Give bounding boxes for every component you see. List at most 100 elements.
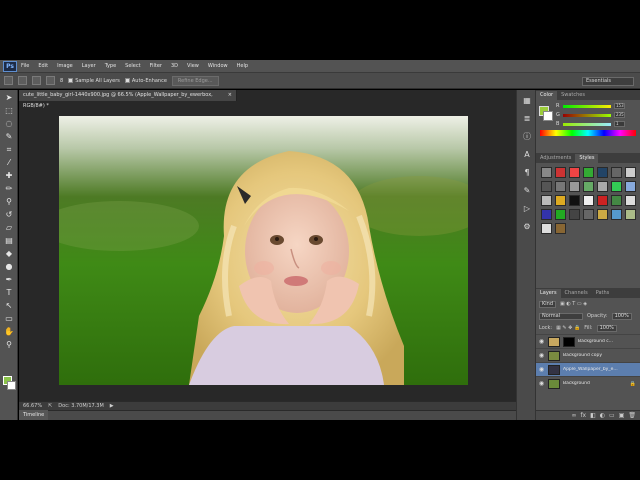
dodge-tool-icon[interactable]: ● [2,261,16,272]
sample-all-layers-checkbox[interactable]: Sample All Layers [68,77,120,84]
menu-help[interactable]: Help [237,63,248,69]
delete-layer-icon[interactable]: 🗑 [628,412,636,419]
add-to-selection-icon[interactable] [32,76,41,85]
tab-adjustments[interactable]: Adjustments [536,154,575,163]
layer-row[interactable]: ◉ Background c... [536,334,640,348]
document-tab[interactable]: cute_little_baby_girl-1440x900.jpg @ 66.… [19,90,237,109]
paragraph-icon[interactable]: ¶ [520,166,534,178]
marquee-tool-icon[interactable]: ⬚ [2,105,16,116]
style-swatch[interactable] [555,209,566,220]
style-swatch[interactable] [611,181,622,192]
slider-g-track[interactable] [563,113,611,117]
layer-name[interactable]: Apple_Wallpaper_by_e... [563,367,618,372]
style-swatch[interactable] [569,209,580,220]
style-swatch[interactable] [555,195,566,206]
layer-row[interactable]: ◉ Background 🔒 [536,376,640,390]
healing-brush-tool-icon[interactable]: ✚ [2,170,16,181]
layer-row[interactable]: ◉ Background copy [536,348,640,362]
style-swatch[interactable] [569,195,580,206]
add-mask-icon[interactable]: ◧ [590,412,596,419]
slider-b-value[interactable]: 1 [614,121,625,127]
workspace-select[interactable]: Essentials [582,77,634,86]
visibility-eye-icon[interactable]: ◉ [538,366,545,373]
style-swatch[interactable] [541,223,552,234]
style-swatch[interactable] [611,167,622,178]
menu-3d[interactable]: 3D [171,63,178,69]
link-layers-icon[interactable]: ∞ [571,412,576,419]
pen-tool-icon[interactable]: ✒ [2,274,16,285]
opacity-input[interactable]: 100% [611,312,632,320]
layer-name[interactable]: Background copy [563,353,602,358]
tab-swatches[interactable]: Swatches [557,91,589,100]
visibility-eye-icon[interactable]: ◉ [538,338,545,345]
info-icon[interactable]: ⓘ [520,130,534,142]
lock-icons[interactable]: ▦ ✎ ✥ 🔒 [556,325,580,331]
visibility-eye-icon[interactable]: ◉ [538,380,545,387]
menu-file[interactable]: File [21,63,29,69]
style-swatch[interactable] [555,181,566,192]
style-swatch[interactable] [555,167,566,178]
style-swatch[interactable] [625,195,636,206]
menu-type[interactable]: Type [105,63,116,69]
zoom-level[interactable]: 66.67% [23,403,42,409]
image-canvas[interactable] [59,116,468,385]
fill-input[interactable]: 100% [596,324,617,332]
tab-layers[interactable]: Layers [536,289,561,298]
style-swatch[interactable] [569,167,580,178]
layer-name[interactable]: Background c... [578,339,613,344]
menu-window[interactable]: Window [208,63,228,69]
style-swatch[interactable] [555,223,566,234]
export-icon[interactable]: ⇱ [48,403,52,409]
lasso-tool-icon[interactable]: ◌ [2,118,16,129]
style-swatch[interactable] [611,195,622,206]
fx-icon[interactable]: fx [580,412,586,419]
subtract-selection-icon[interactable] [46,76,55,85]
style-swatch[interactable] [625,209,636,220]
layer-name[interactable]: Background [563,381,590,386]
path-selection-tool-icon[interactable]: ↖ [2,300,16,311]
slider-r-track[interactable] [563,104,611,108]
new-selection-icon[interactable] [18,76,27,85]
slider-b-track[interactable] [563,122,611,126]
filter-icons[interactable]: ▣ ◐ T ▭ ◈ [560,301,587,307]
tab-color[interactable]: Color [536,91,558,100]
style-swatch[interactable] [583,195,594,206]
clone-stamp-tool-icon[interactable]: ⚲ [2,196,16,207]
new-layer-icon[interactable]: ▣ [619,412,625,419]
blend-mode-select[interactable]: Normal [539,312,583,320]
background-color-swatch[interactable] [7,381,16,390]
slider-r-value[interactable]: 153 [614,103,625,109]
actions-icon[interactable]: ▷ [520,202,534,214]
tab-paths[interactable]: Paths [592,289,614,298]
style-swatch[interactable] [569,181,580,192]
menu-layer[interactable]: Layer [82,63,96,69]
history-brush-tool-icon[interactable]: ↺ [2,209,16,220]
brush-size[interactable]: 8 [60,78,63,84]
slider-g-value[interactable]: 235 [614,112,625,118]
style-swatch[interactable] [541,209,552,220]
slider-r[interactable]: R 153 [556,103,636,109]
gradient-tool-icon[interactable]: ▤ [2,235,16,246]
properties-icon[interactable]: ≣ [520,112,534,124]
layer-row-selected[interactable]: ◉ Apple_Wallpaper_by_e... [536,362,640,376]
kind-filter-select[interactable]: Kind [539,300,557,308]
style-swatch[interactable] [597,209,608,220]
style-swatch[interactable] [611,209,622,220]
quick-selection-tool-icon[interactable]: ✎ [2,131,16,142]
zoom-tool-icon[interactable]: ⚲ [2,339,16,350]
style-swatch[interactable] [583,167,594,178]
eyedropper-tool-icon[interactable]: ⁄ [2,157,16,168]
menu-select[interactable]: Select [125,63,140,69]
style-swatch[interactable] [541,167,552,178]
blur-tool-icon[interactable]: ◆ [2,248,16,259]
status-arrow-icon[interactable]: ▶ [110,403,114,409]
visibility-eye-icon[interactable]: ◉ [538,352,545,359]
timeline-tab[interactable]: Timeline [19,410,49,420]
refine-edge-button[interactable]: Refine Edge... [171,75,219,86]
menu-edit[interactable]: Edit [38,63,48,69]
menu-view[interactable]: View [187,63,199,69]
style-swatch[interactable] [625,167,636,178]
color-spectrum[interactable] [540,130,636,136]
slider-b[interactable]: B 1 [556,121,636,127]
tool-presets-icon[interactable]: ⚙ [520,220,534,232]
